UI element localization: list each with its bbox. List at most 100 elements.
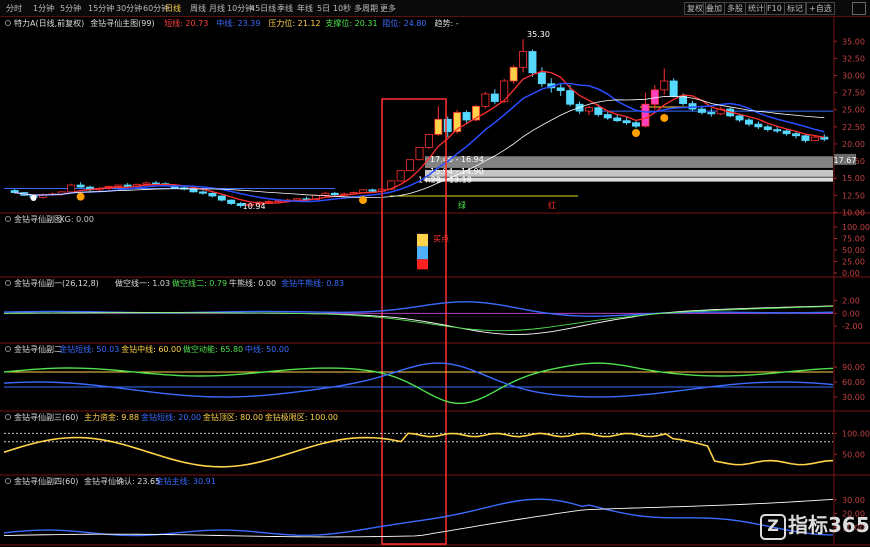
support-zone bbox=[425, 156, 833, 168]
candle-body bbox=[632, 122, 640, 127]
y-tick-label: 12.50 bbox=[842, 191, 865, 200]
y-tick-label: 100.00 bbox=[842, 429, 870, 438]
y-tick-label: -2.00 bbox=[842, 322, 863, 331]
short-line-1 bbox=[3, 305, 834, 335]
period-tab-15[interactable]: 多周期 bbox=[354, 3, 378, 14]
close-icon[interactable] bbox=[852, 2, 866, 15]
signal-bar bbox=[417, 259, 428, 270]
toolbar-button-2[interactable]: 多股 bbox=[724, 2, 746, 15]
candle-body bbox=[227, 199, 236, 204]
candle-body bbox=[613, 117, 622, 122]
y-tick-label: 32.50 bbox=[842, 54, 865, 63]
signal-label: 红 bbox=[548, 200, 556, 210]
signal-dot-icon bbox=[30, 195, 37, 202]
panel-title: 金钻寻仙副二 bbox=[14, 344, 62, 354]
panel-settings-icon bbox=[5, 280, 11, 286]
period-tab-12[interactable]: 年线 bbox=[297, 3, 313, 14]
candle-body bbox=[462, 112, 471, 121]
candle-body bbox=[415, 146, 424, 161]
candle-body bbox=[217, 195, 226, 201]
toolbar-button-4[interactable]: F10 bbox=[764, 2, 785, 15]
buy-signal-icon bbox=[632, 129, 641, 138]
candle-body bbox=[697, 108, 706, 113]
candle-body bbox=[763, 126, 772, 130]
candle-body bbox=[754, 123, 763, 128]
period-tab-4[interactable]: 30分钟 bbox=[116, 3, 142, 14]
candle-body bbox=[556, 87, 565, 91]
period-tab-13[interactable]: 5日 bbox=[317, 3, 330, 14]
panel-title: 金钻寻仙副三(60) bbox=[14, 412, 78, 422]
candle-body bbox=[519, 51, 528, 68]
indicator-readout: 金钻牛熊线: 0.83 bbox=[281, 278, 344, 288]
indicator-readout: 金钻主线: 30.91 bbox=[156, 476, 216, 486]
y-tick-label: 60.00 bbox=[842, 378, 865, 387]
candle-body bbox=[622, 120, 631, 124]
period-tab-8[interactable]: 月线 bbox=[209, 3, 225, 14]
indicator-readout: 做空动能: 65.80 bbox=[183, 344, 243, 354]
candle-body bbox=[142, 182, 151, 185]
watermark-text: 指标365 bbox=[788, 513, 870, 537]
candle-body bbox=[707, 112, 716, 115]
candle-body bbox=[424, 133, 433, 148]
main-fund-line bbox=[3, 432, 834, 468]
panel-settings-icon bbox=[5, 216, 11, 222]
candle-body bbox=[810, 136, 819, 141]
panel-settings-icon bbox=[5, 20, 11, 26]
period-tab-2[interactable]: 5分钟 bbox=[60, 3, 81, 14]
panel-settings-icon bbox=[5, 346, 11, 352]
toolbar-button-5[interactable]: 标记 bbox=[784, 2, 806, 15]
candle-body bbox=[396, 170, 405, 182]
candle-body bbox=[274, 200, 283, 203]
period-tab-7[interactable]: 周线 bbox=[190, 3, 206, 14]
stock-chart[interactable]: 10.0012.5015.0017.5020.0022.5025.0027.50… bbox=[0, 17, 870, 547]
support-zone bbox=[425, 169, 833, 177]
signal-bar bbox=[417, 246, 428, 260]
candle-body bbox=[792, 133, 801, 137]
period-tab-10[interactable]: 45日线 bbox=[250, 3, 276, 14]
indicator-readout: 主力资金: 9.88 bbox=[84, 412, 139, 422]
y-tick-label: 35.00 bbox=[842, 37, 865, 46]
period-toolbar: 分时 1分钟 5分钟 15分钟 30分钟 60分钟 日线 周线 月线 10分钟 45日线 季线 年线 5日… bbox=[0, 0, 870, 17]
candle-body bbox=[528, 51, 537, 74]
indicator-name: 金钻寻仙主图(99) bbox=[90, 18, 154, 28]
candle-body bbox=[76, 184, 85, 188]
main-line bbox=[3, 498, 834, 537]
candle-body bbox=[745, 119, 753, 125]
support-zone bbox=[425, 177, 833, 182]
y-tick-label: 22.50 bbox=[842, 123, 865, 132]
indicator-readout: 金钻寻仙确认: 23.65 bbox=[84, 476, 160, 486]
indicator-readout: 支撑位: 20.31 bbox=[325, 18, 377, 28]
period-tab-6[interactable]: 日线 bbox=[165, 3, 181, 14]
short-energy-line bbox=[3, 362, 834, 405]
y-tick-label: 10.00 bbox=[842, 208, 865, 217]
period-tab-14[interactable]: 10秒 bbox=[333, 3, 351, 14]
y-tick-label: 25.00 bbox=[842, 106, 865, 115]
period-tab-11[interactable]: 季线 bbox=[277, 3, 293, 14]
candle-body bbox=[151, 182, 160, 185]
indicator-readout: XG: 0.00 bbox=[59, 215, 94, 224]
indicator-readout: 金钻顶区: 80.00 bbox=[203, 412, 263, 422]
toolbar-button-6[interactable]: +自选 bbox=[806, 2, 835, 15]
candle-body bbox=[509, 66, 518, 82]
candle-body bbox=[321, 192, 330, 196]
candle-body bbox=[406, 159, 415, 172]
indicator-readout: 金钻极限区: 100.00 bbox=[265, 412, 338, 422]
period-tab-3[interactable]: 15分钟 bbox=[88, 3, 114, 14]
indicator-readout: 阻位: 24.80 bbox=[382, 18, 426, 28]
candle-body bbox=[434, 118, 443, 135]
candle-body bbox=[443, 118, 452, 133]
candle-body bbox=[669, 80, 678, 97]
y-tick-label: 20.00 bbox=[842, 140, 865, 149]
y-tick-label: 15.00 bbox=[842, 174, 865, 183]
toolbar-button-1[interactable]: 叠加 bbox=[703, 2, 725, 15]
candle-body bbox=[584, 107, 593, 112]
y-tick-label: 30.00 bbox=[842, 496, 865, 505]
period-tab-0[interactable]: 分时 bbox=[6, 3, 22, 14]
period-tab-1[interactable]: 1分钟 bbox=[33, 3, 54, 14]
candle-body bbox=[660, 80, 669, 91]
signal-label: 绿 bbox=[458, 201, 466, 210]
y-tick-label: 0.00 bbox=[842, 309, 860, 318]
buy-signal-icon bbox=[359, 196, 368, 205]
y-tick-label: 30.00 bbox=[842, 393, 865, 402]
period-tab-16[interactable]: 更多 bbox=[380, 3, 396, 14]
